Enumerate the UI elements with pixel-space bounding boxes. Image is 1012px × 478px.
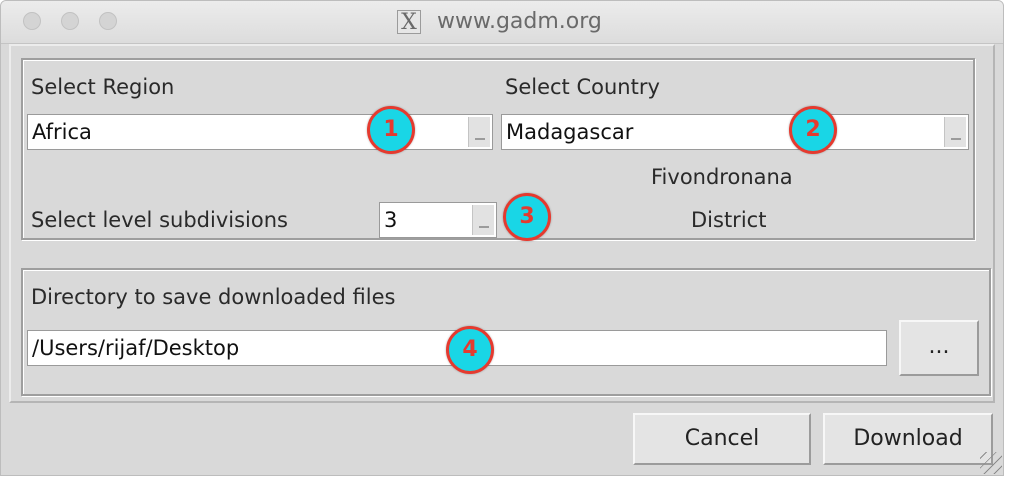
x11-icon: X: [397, 10, 421, 35]
title-bar[interactable]: X www.gadm.org: [1, 1, 1003, 44]
level-name-english: District: [691, 208, 767, 232]
select-region-label: Select Region: [31, 75, 175, 99]
directory-input-value: /Users/rijaf/Desktop: [32, 336, 240, 360]
selection-group: Select Region Africa Select Country Mada…: [21, 58, 975, 240]
gadm-dialog-window: X www.gadm.org Select Region Africa Sele…: [0, 0, 1004, 476]
annotation-badge-4: 4: [446, 326, 494, 374]
chevron-down-icon[interactable]: [944, 117, 966, 147]
chevron-down-icon[interactable]: [472, 205, 494, 235]
close-window-button[interactable]: [23, 12, 41, 30]
browse-directory-button[interactable]: ...: [899, 320, 979, 376]
annotation-badge-2: 2: [789, 106, 837, 154]
annotation-badge-3: 3: [503, 193, 551, 241]
region-select[interactable]: Africa: [27, 114, 493, 150]
select-country-label: Select Country: [505, 75, 660, 99]
level-select[interactable]: 3: [379, 202, 497, 238]
zoom-window-button[interactable]: [99, 12, 117, 30]
directory-group: Directory to save downloaded files /User…: [21, 268, 991, 396]
chevron-down-icon[interactable]: [468, 117, 490, 147]
minimize-window-button[interactable]: [61, 12, 79, 30]
country-select-value: Madagascar: [506, 120, 634, 144]
country-select[interactable]: Madagascar: [501, 114, 969, 150]
level-select-value: 3: [384, 208, 398, 232]
annotation-badge-1: 1: [367, 106, 415, 154]
level-name-local: Fivondronana: [651, 165, 793, 189]
directory-label: Directory to save downloaded files: [31, 285, 396, 309]
download-button[interactable]: Download: [823, 413, 993, 465]
region-select-value: Africa: [32, 120, 92, 144]
select-level-label: Select level subdivisions: [31, 208, 288, 232]
window-title: www.gadm.org: [437, 9, 602, 34]
cancel-button[interactable]: Cancel: [633, 413, 811, 465]
dialog-content: Select Region Africa Select Country Mada…: [9, 44, 995, 403]
resize-grip-icon[interactable]: [980, 452, 1002, 474]
